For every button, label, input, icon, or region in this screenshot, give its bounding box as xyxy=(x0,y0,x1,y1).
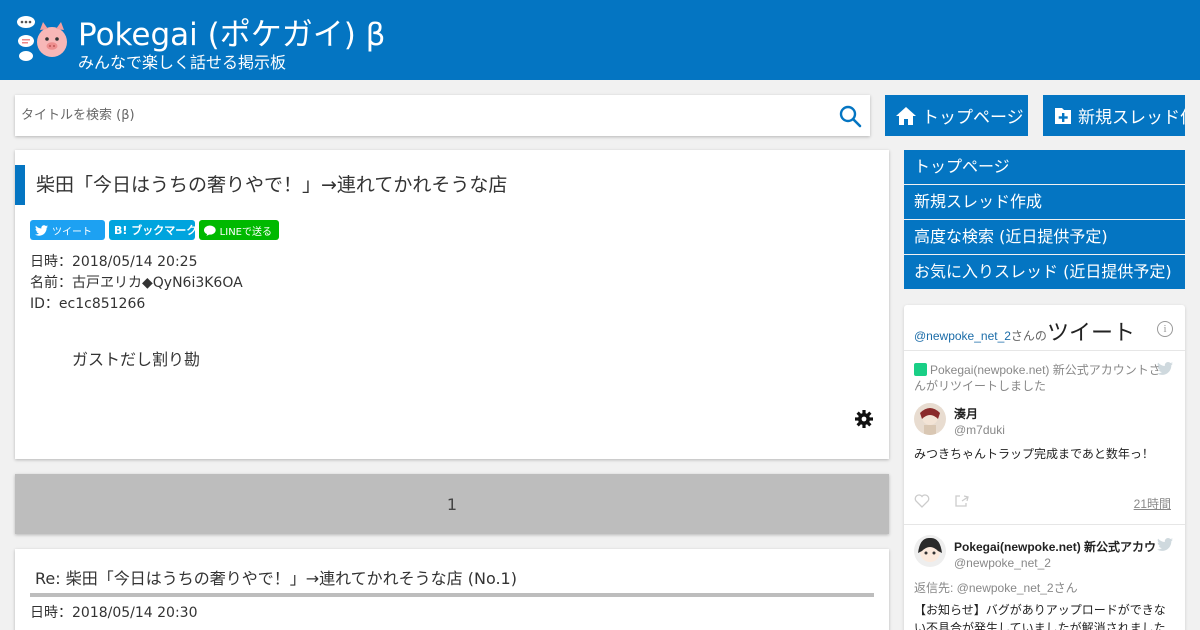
tweet-author-name[interactable]: 湊月 xyxy=(954,405,978,422)
new-thread-label: 新規スレッド作 xyxy=(1078,108,1185,128)
share-icon[interactable] xyxy=(954,493,970,509)
home-icon xyxy=(896,106,916,125)
reply-post-card: Re: 柴田「今日はうちの奢りやで！」→連れてかれそうな店 (No.1) 日時：… xyxy=(15,549,889,630)
twitter-bird-icon[interactable] xyxy=(1157,538,1173,551)
share-buttons: ツイート B! ブックマーク LINEで送る xyxy=(30,220,279,240)
line-share-label: LINEで送る xyxy=(219,226,272,238)
info-icon[interactable]: i xyxy=(1157,321,1173,337)
search-icon[interactable] xyxy=(838,104,862,128)
post-id: ID：ec1c851266 xyxy=(30,296,146,312)
timeline-heading: ツイート xyxy=(1046,320,1135,345)
line-share-button[interactable]: LINEで送る xyxy=(199,220,279,240)
tweet-reply-to[interactable]: 返信先: @newpoke_net_2さん xyxy=(914,579,1078,596)
sidebar-item-top-page[interactable]: トップページ xyxy=(904,150,1185,184)
twitter-timeline-widget: @newpoke_net_2さんのツイート i Pokegai(newpoke.… xyxy=(904,305,1185,630)
tweet-author-name[interactable]: Pokegai(newpoke.net) 新公式アカウ xyxy=(954,538,1159,555)
timeline-header: @newpoke_net_2さんのツイート xyxy=(914,315,1135,347)
timeline-handle-suffix: さんの xyxy=(1010,329,1047,343)
post-author: 名前：古戸ヱリカ◆QyN6i3K6OA xyxy=(30,275,243,291)
thread-post-card: 柴田「今日はうちの奢りやで！」→連れてかれそうな店 ツイート B! ブックマーク… xyxy=(15,150,889,459)
reply-date: 日時：2018/05/14 20:30 xyxy=(30,605,198,621)
retweet-notice-text: Pokegai(newpoke.net) 新公式アカウントさんがリツイートしまし… xyxy=(914,363,1161,393)
sidebar-item-new-thread[interactable]: 新規スレッド作成 xyxy=(904,185,1185,219)
retweet-notice: Pokegai(newpoke.net) 新公式アカウントさんがリツイートしまし… xyxy=(914,362,1162,394)
new-thread-button[interactable]: 新規スレッド作 xyxy=(1043,95,1185,136)
post-date: 日時：2018/05/14 20:25 xyxy=(30,254,198,270)
tweet-author-handle[interactable]: @m7duki xyxy=(954,423,1005,437)
sidebar-menu: トップページ 新規スレッド作成 高度な検索 (近日提供予定) お気に入りスレッド… xyxy=(904,150,1185,290)
post-body: ガストだし割り勘 xyxy=(72,350,201,369)
twitter-bird-icon[interactable] xyxy=(1157,362,1173,375)
search-input[interactable] xyxy=(15,95,835,136)
sidebar-item-advanced-search[interactable]: 高度な検索 (近日提供予定) xyxy=(904,220,1185,254)
sidebar-item-favorite-threads[interactable]: お気に入りスレッド (近日提供予定) xyxy=(904,255,1185,289)
search-box xyxy=(15,95,870,136)
top-page-button[interactable]: トップページ xyxy=(885,95,1028,136)
hatena-bookmark-button[interactable]: B! ブックマーク xyxy=(109,220,198,240)
hatena-bookmark-label: B! ブックマーク xyxy=(114,224,198,237)
line-icon xyxy=(204,224,216,236)
avatar[interactable] xyxy=(914,535,946,567)
site-subtitle: みんなで楽しく話せる掲示板 xyxy=(78,53,287,72)
tweet-share-label: ツイート xyxy=(52,226,92,238)
avatar[interactable] xyxy=(914,403,946,435)
reply-title: Re: 柴田「今日はうちの奢りやで！」→連れてかれそうな店 (No.1) xyxy=(35,569,517,588)
timeline-divider xyxy=(904,350,1185,351)
tweet-author-handle[interactable]: @newpoke_net_2 xyxy=(954,556,1051,570)
twitter-bird-icon xyxy=(35,224,48,236)
page-number: 1 xyxy=(446,494,458,514)
timeline-handle[interactable]: @newpoke_net_2 xyxy=(914,329,1011,343)
site-header: Pokegai (ポケガイ) β みんなで楽しく話せる掲示板 xyxy=(0,0,1200,80)
tweet-text: 【お知らせ】バグがありアップロードができない不具合が発生していましたが解消されま… xyxy=(914,603,1166,630)
site-title[interactable]: Pokegai (ポケガイ) β xyxy=(78,16,385,54)
tweet-share-button[interactable]: ツイート xyxy=(30,220,105,240)
title-accent-bar xyxy=(15,165,25,205)
tweet-divider xyxy=(904,524,1185,525)
top-page-label: トップページ xyxy=(922,108,1024,128)
heart-icon[interactable] xyxy=(914,493,930,509)
tweet-timestamp[interactable]: 21時間 xyxy=(1134,495,1171,512)
retweet-icon xyxy=(914,363,927,376)
reply-divider xyxy=(30,593,874,597)
thread-title: 柴田「今日はうちの奢りやで！」→連れてかれそうな店 xyxy=(36,174,508,196)
tweet-text: みつきちゃんトラップ完成まであと数年っ！ xyxy=(914,447,1154,461)
pig-mascot-logo[interactable] xyxy=(14,14,70,64)
file-plus-icon xyxy=(1055,107,1071,124)
gear-icon[interactable] xyxy=(855,410,873,428)
page-number-button[interactable]: 1 xyxy=(15,474,889,534)
